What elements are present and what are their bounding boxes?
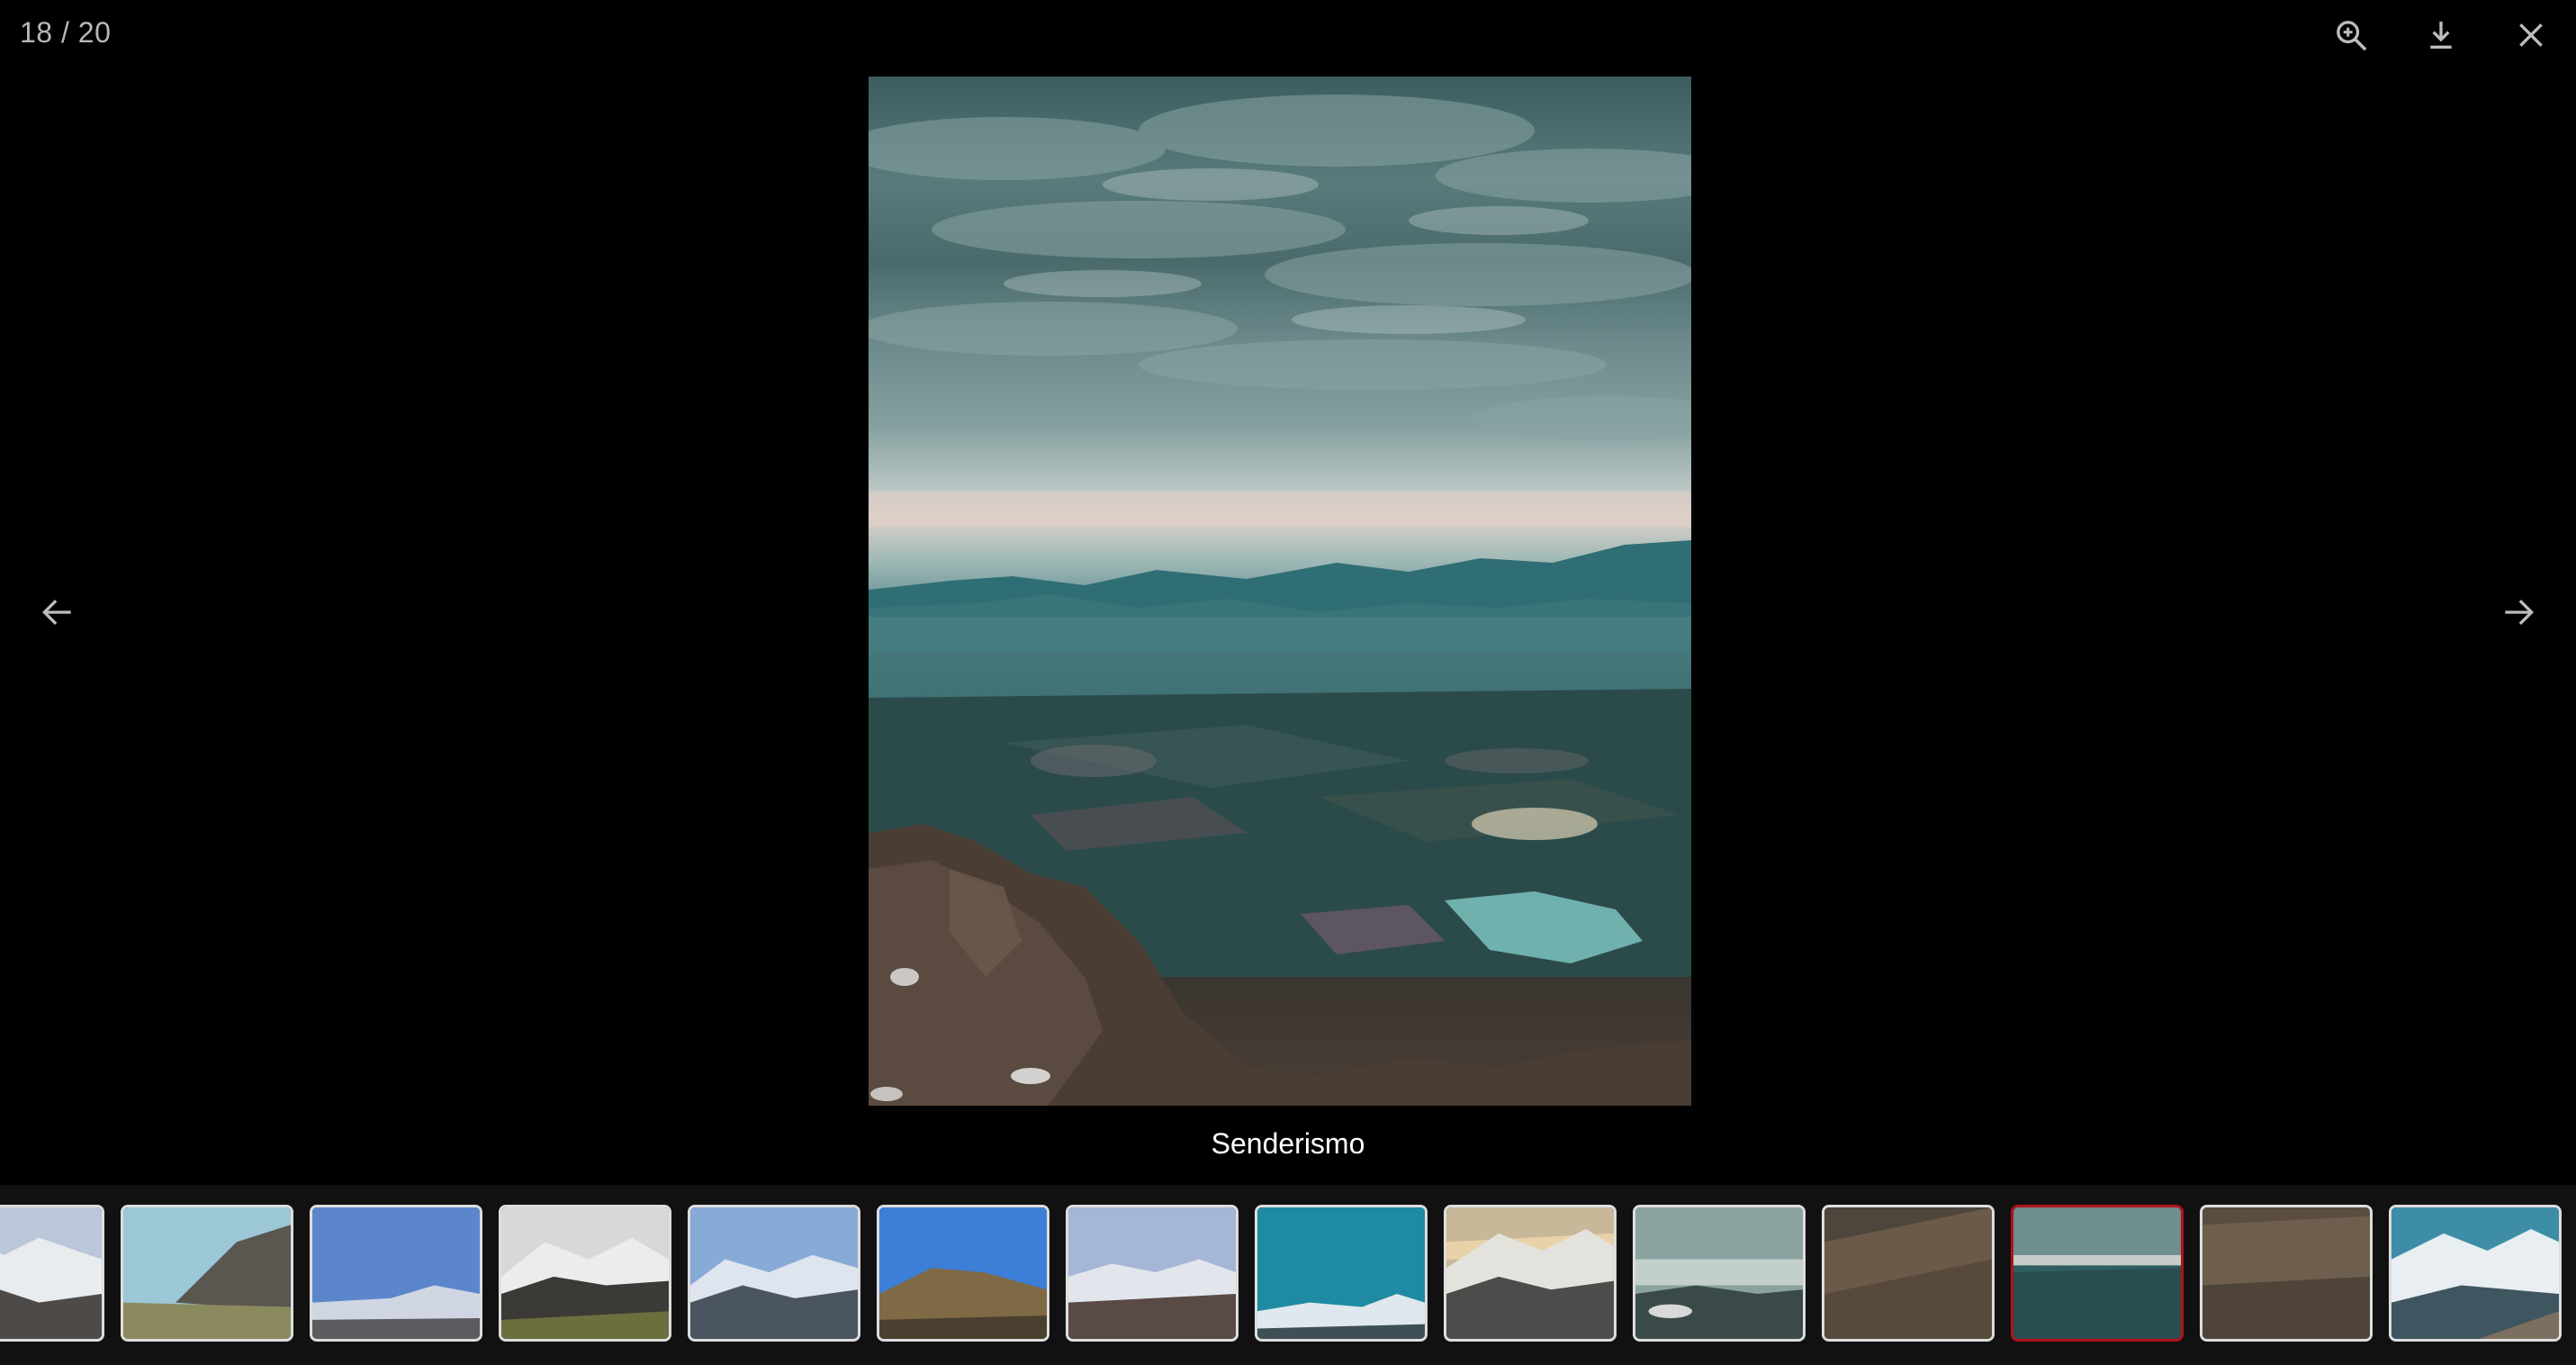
thumbnail[interactable] <box>310 1205 482 1342</box>
close-icon <box>2519 23 2543 47</box>
arrow-left-icon <box>41 599 71 626</box>
thumbnail-image <box>1257 1207 1425 1339</box>
thumbnail-image <box>1446 1207 1614 1339</box>
zoom-button[interactable] <box>2306 0 2396 70</box>
lightbox-viewer: 18 / 20 Senderismo <box>0 0 2576 1365</box>
thumbnail-image <box>501 1207 669 1339</box>
thumbnail-image <box>690 1207 858 1339</box>
thumbnail[interactable] <box>877 1205 1049 1342</box>
close-button[interactable] <box>2486 0 2576 70</box>
thumbnail-image <box>1068 1207 1236 1339</box>
landscape-photo-illustration <box>869 95 1691 1106</box>
thumbnail-image <box>2391 1207 2559 1339</box>
thumbnail[interactable] <box>1066 1205 1238 1342</box>
thumbnail[interactable] <box>688 1205 860 1342</box>
image-caption: Senderismo <box>1211 1127 1365 1160</box>
thumbnail[interactable] <box>1633 1205 1806 1342</box>
zoom-in-icon <box>2337 21 2366 50</box>
thumbnail[interactable] <box>499 1205 671 1342</box>
download-button[interactable] <box>2396 0 2486 70</box>
next-image-button[interactable] <box>2482 576 2554 648</box>
thumbnail-image <box>123 1207 291 1339</box>
thumbnail[interactable] <box>1444 1205 1617 1342</box>
thumbnail-image <box>2013 1207 2181 1339</box>
viewer-toolbar <box>2306 0 2576 70</box>
thumbnail-image <box>1824 1207 1992 1339</box>
thumbnail[interactable] <box>121 1205 293 1342</box>
thumbnail[interactable] <box>0 1205 104 1342</box>
thumbnail-image <box>312 1207 480 1339</box>
thumbnail[interactable] <box>1822 1205 1995 1342</box>
thumbnail[interactable] <box>2389 1205 2562 1342</box>
image-counter: 18 / 20 <box>20 16 112 49</box>
thumbnail-image <box>879 1207 1047 1339</box>
thumbnail-strip <box>0 1185 2576 1365</box>
thumbnail-image <box>2202 1207 2370 1339</box>
thumbnail[interactable] <box>2200 1205 2373 1342</box>
main-photo[interactable] <box>869 77 1691 1106</box>
arrow-right-icon <box>2505 599 2535 626</box>
previous-image-button[interactable] <box>22 576 94 648</box>
thumbnail-image <box>1635 1207 1803 1339</box>
download-icon <box>2430 22 2452 49</box>
thumbnail-image <box>0 1207 102 1339</box>
thumbnail-active[interactable] <box>2011 1205 2184 1342</box>
thumbnail[interactable] <box>1255 1205 1428 1342</box>
